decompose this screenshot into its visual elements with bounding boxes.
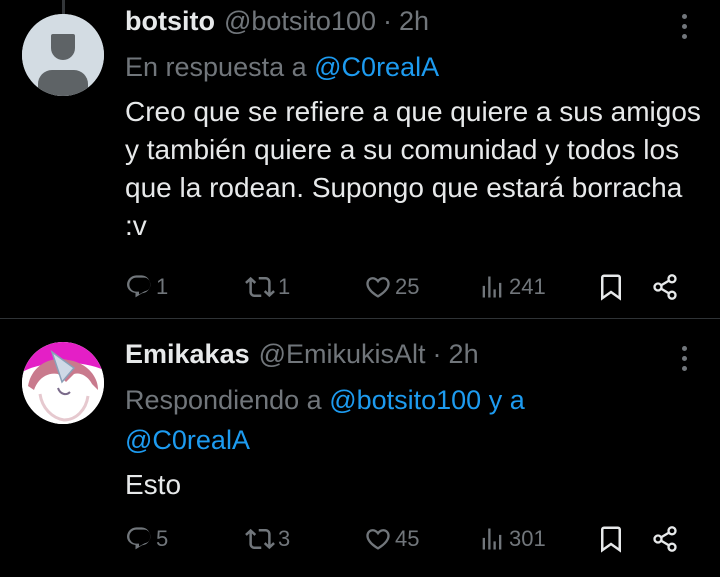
repost-icon	[245, 276, 275, 298]
repost-count: 1	[278, 274, 291, 299]
bookmark-button[interactable]	[596, 267, 626, 307]
bookmark-button[interactable]	[596, 519, 626, 559]
more-icon[interactable]	[680, 14, 688, 39]
separator-dot: ·	[383, 6, 392, 36]
bookmark-icon	[601, 274, 621, 301]
like-button[interactable]: 45	[364, 519, 419, 559]
reply-count: 5	[156, 526, 169, 551]
like-icon	[366, 277, 390, 298]
repost-button[interactable]: 3	[245, 519, 290, 559]
reply-prefix: Respondiendo a	[125, 385, 322, 415]
like-count: 25	[395, 274, 420, 299]
default-avatar-icon	[22, 14, 104, 96]
views-count: 301	[509, 526, 546, 551]
reply-icon	[127, 275, 151, 298]
views-button[interactable]: 301	[478, 519, 546, 559]
views-button[interactable]: 241	[478, 267, 546, 307]
repost-icon	[245, 528, 275, 550]
reply-icon	[127, 527, 151, 550]
like-button[interactable]: 25	[364, 267, 419, 307]
reply-button[interactable]: 1	[125, 267, 168, 307]
tweet-text: Esto	[125, 469, 182, 500]
views-count: 241	[509, 274, 546, 299]
share-button[interactable]	[651, 519, 679, 559]
views-icon	[482, 528, 502, 550]
user-handle[interactable]: @EmikukisAlt	[259, 339, 426, 370]
views-icon	[482, 276, 502, 298]
reply-context: En respuesta a @C0realA	[125, 47, 439, 87]
reply-button[interactable]: 5	[125, 519, 168, 559]
share-icon	[653, 274, 677, 300]
action-bar: 1 1 25 241	[0, 267, 720, 307]
timestamp[interactable]: 2h	[449, 339, 479, 370]
separator-dot: ·	[432, 339, 442, 369]
display-name[interactable]: Emikakas	[125, 339, 250, 370]
tweet-header: botsito @botsito100 · 2h	[125, 6, 429, 37]
reply-prefix: En respuesta a	[125, 52, 307, 82]
action-bar: 5 3 45 301	[0, 519, 720, 559]
avatar[interactable]	[22, 14, 104, 96]
tweet-header: Emikakas @EmikukisAlt · 2h	[125, 339, 479, 370]
anime-avatar-icon	[22, 342, 104, 424]
repost-button[interactable]: 1	[245, 267, 290, 307]
bookmark-icon	[601, 526, 621, 553]
share-icon	[653, 526, 677, 552]
share-button[interactable]	[651, 267, 679, 307]
user-handle[interactable]: @botsito100	[224, 6, 376, 37]
tweet-botsito[interactable]: botsito @botsito100 · 2h En respuesta a …	[0, 0, 720, 318]
tweet-emikakas[interactable]: Emikakas @EmikukisAlt · 2h Respondiendo …	[0, 318, 720, 577]
reply-mention-link[interactable]: @C0realA	[314, 52, 439, 82]
like-count: 45	[395, 526, 420, 551]
display-name[interactable]: botsito	[125, 6, 215, 37]
reply-context: Respondiendo a @botsito100 y a @C0realA	[125, 380, 645, 460]
repost-count: 3	[278, 526, 291, 551]
avatar[interactable]	[22, 342, 104, 424]
tweet-text: Creo que se refiere a que quiere a sus a…	[125, 96, 701, 241]
reply-count: 1	[156, 274, 169, 299]
timestamp[interactable]: 2h	[399, 6, 429, 37]
like-icon	[366, 529, 390, 550]
more-icon[interactable]	[680, 346, 688, 371]
